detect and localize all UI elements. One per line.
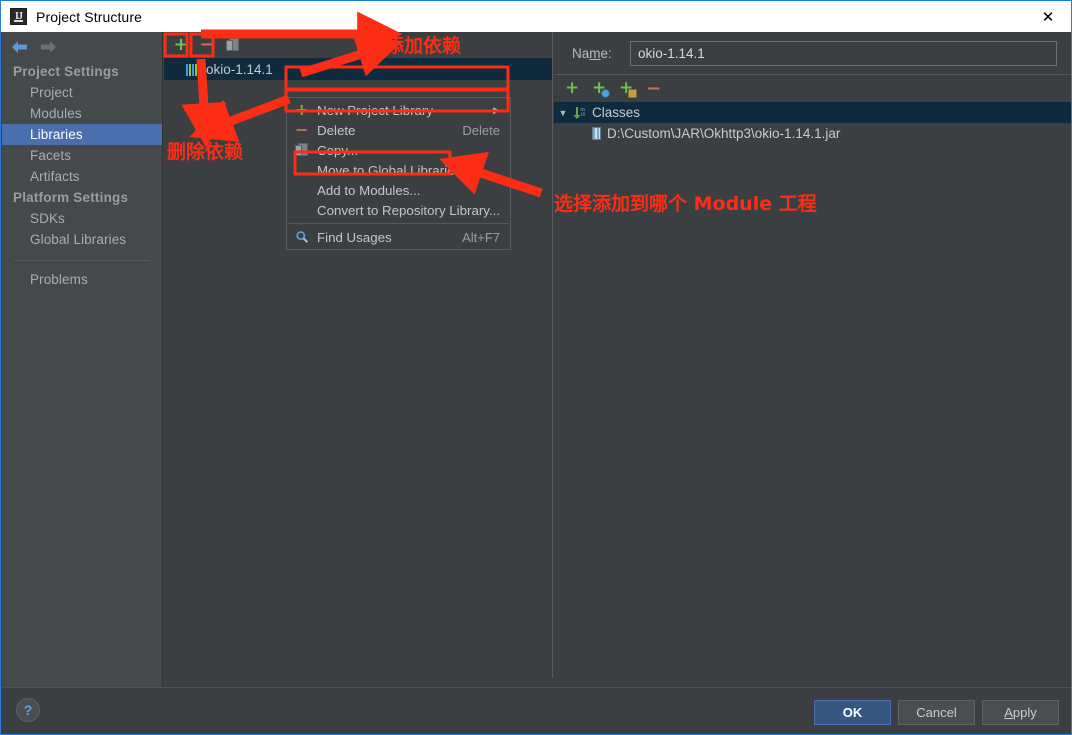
sidebar-item-libraries[interactable]: Libraries (2, 124, 162, 145)
tree-node-jar[interactable]: D:\Custom\JAR\Okhttp3\okio-1.14.1.jar (554, 123, 1071, 144)
close-icon[interactable]: ✕ (1025, 1, 1071, 32)
jar-file-icon (592, 127, 601, 140)
library-context-menu: + New Project Library ▶ − Delete Delete … (286, 97, 511, 250)
minus-icon: − (295, 120, 309, 139)
add-remote-library-button[interactable]: + (592, 80, 610, 98)
sidebar-item-global-libraries[interactable]: Global Libraries (2, 229, 162, 250)
sidebar-group-platform-settings: Platform Settings (13, 190, 129, 205)
add-classes-button[interactable]: + (565, 80, 582, 97)
add-module-library-button[interactable]: + (619, 80, 637, 98)
library-name-input[interactable] (630, 40, 1057, 66)
menu-item-accelerator: Alt+F7 (462, 229, 500, 245)
tree-node-classes-label: Classes (592, 105, 641, 120)
menu-item-label: Move to Global Libraries... (317, 162, 473, 178)
forward-arrow-icon[interactable] (38, 38, 58, 56)
copy-icon (226, 37, 240, 53)
plus-icon: + (173, 34, 189, 55)
sidebar-divider (14, 260, 150, 261)
menu-item-move-to-global-libraries[interactable]: Move to Global Libraries... (287, 160, 510, 180)
copy-library-button[interactable] (222, 34, 244, 56)
apply-button[interactable]: Apply (982, 700, 1059, 725)
chevron-right-icon: ▶ (493, 104, 500, 115)
menu-item-label: Copy... (317, 142, 359, 158)
minus-icon: − (199, 34, 215, 55)
sidebar-nav-buttons (2, 32, 162, 61)
menu-item-label: Delete (317, 122, 356, 138)
menu-item-new-project-library[interactable]: + New Project Library ▶ (287, 100, 510, 120)
intellij-idea-icon: IJ (10, 8, 27, 25)
tree-node-jar-label: D:\Custom\JAR\Okhttp3\okio-1.14.1.jar (607, 126, 841, 141)
sidebar-item-facets[interactable]: Facets (2, 145, 162, 166)
globe-icon (601, 89, 610, 98)
help-button[interactable]: ? (16, 698, 40, 722)
sidebar-group-project-settings: Project Settings (13, 64, 119, 79)
library-list-item-okio[interactable]: okio-1.14.1 (164, 58, 552, 80)
sidebar-item-sdks[interactable]: SDKs (2, 208, 162, 229)
add-library-button[interactable]: + (170, 34, 192, 56)
sidebar-item-modules[interactable]: Modules (2, 103, 162, 124)
cancel-button[interactable]: Cancel (898, 700, 975, 725)
library-roots-toolbar: + + + − (554, 75, 1071, 102)
tree-node-classes[interactable]: ▼ 01 10 Classes (554, 102, 1071, 123)
project-structure-dialog: IJ Project Structure ✕ Project Settings … (0, 0, 1072, 735)
remove-entry-button[interactable]: − (646, 79, 661, 98)
search-icon (295, 230, 317, 244)
classes-root-icon: 01 10 (572, 106, 588, 120)
library-detail-panel: Name: + + + − ▼ 01 10 Classes (554, 32, 1071, 678)
menu-item-convert-to-repository-library[interactable]: Convert to Repository Library... (287, 200, 510, 220)
remove-library-button[interactable]: − (196, 34, 218, 56)
menu-item-label: Add to Modules... (317, 182, 421, 198)
menu-divider (288, 223, 509, 224)
svg-text:10: 10 (581, 111, 586, 116)
window-title: Project Structure (36, 8, 142, 25)
settings-sidebar: Project Settings Project Modules Librari… (2, 32, 163, 687)
menu-item-label: New Project Library (317, 102, 434, 118)
jar-library-icon (186, 63, 200, 76)
title-bar: IJ Project Structure ✕ (1, 1, 1071, 32)
library-name-label: Name: (572, 45, 612, 61)
library-list-item-label: okio-1.14.1 (206, 61, 273, 77)
back-arrow-icon[interactable] (10, 38, 30, 56)
sidebar-item-problems[interactable]: Problems (2, 269, 162, 290)
library-name-row: Name: (554, 32, 1071, 74)
dialog-body: Project Settings Project Modules Librari… (2, 32, 1071, 687)
menu-item-label: Find Usages (317, 229, 392, 245)
menu-item-accelerator: Delete (462, 122, 500, 138)
menu-item-copy[interactable]: Copy... (287, 140, 510, 160)
libraries-toolbar: + − (164, 32, 552, 58)
plus-icon: + (295, 100, 309, 119)
menu-item-delete[interactable]: − Delete Delete (287, 120, 510, 140)
copy-icon (295, 142, 317, 158)
box-icon (628, 89, 637, 98)
ok-button[interactable]: OK (814, 700, 891, 725)
menu-item-label: Convert to Repository Library... (317, 202, 501, 218)
menu-item-find-usages[interactable]: Find Usages Alt+F7 (287, 227, 510, 247)
sidebar-item-artifacts[interactable]: Artifacts (2, 166, 162, 187)
chevron-down-icon[interactable]: ▼ (554, 108, 572, 118)
sidebar-item-project[interactable]: Project (2, 82, 162, 103)
menu-item-add-to-modules[interactable]: Add to Modules... (287, 180, 510, 200)
